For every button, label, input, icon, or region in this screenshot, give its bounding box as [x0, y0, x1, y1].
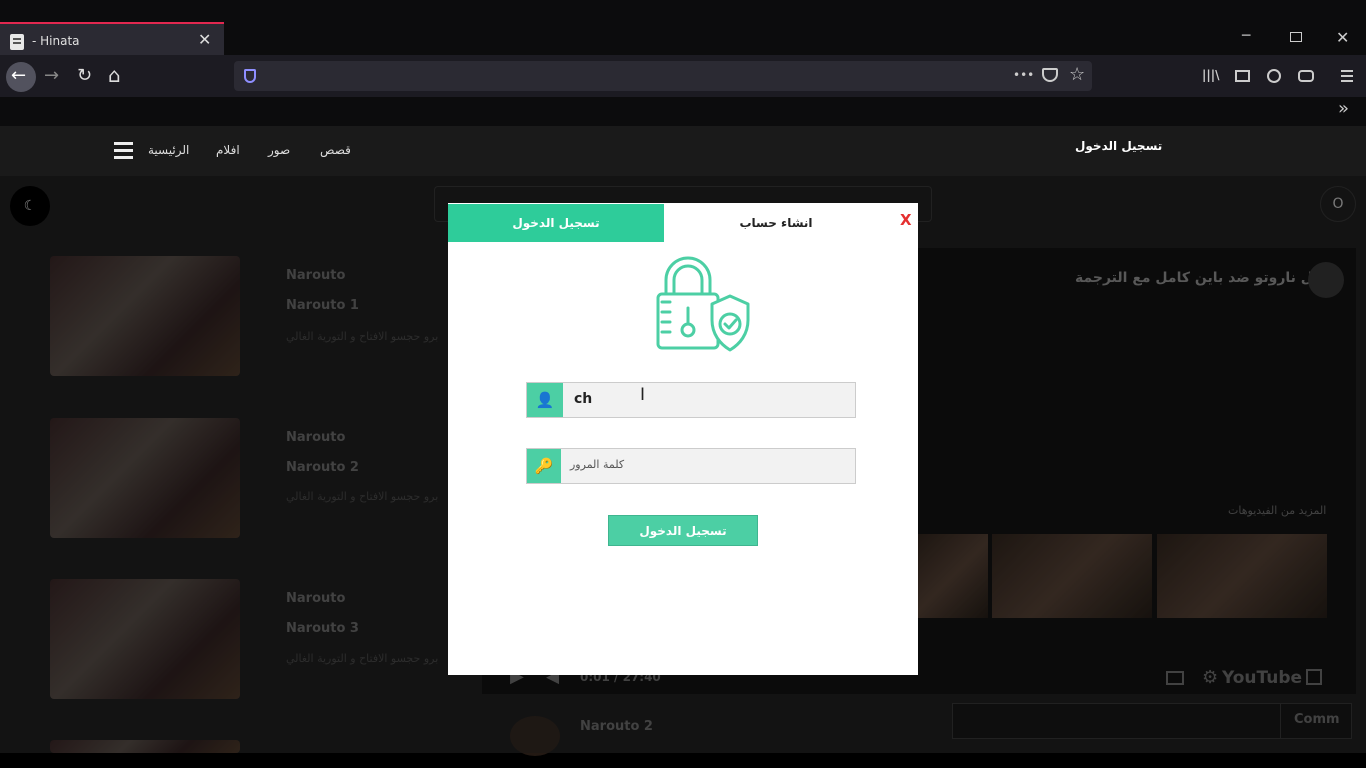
back-arrow-icon: ←: [11, 65, 27, 86]
tab-login[interactable]: تسجيل الدخول: [448, 204, 664, 242]
bookmark-star-icon[interactable]: ☆: [1069, 64, 1085, 85]
page-actions-icon[interactable]: •••: [1013, 68, 1034, 82]
password-placeholder: كلمة المرور: [570, 458, 625, 471]
hamburger-menu-icon[interactable]: [114, 142, 133, 159]
library-icon[interactable]: |||\: [1202, 68, 1220, 82]
restore-icon[interactable]: [1290, 32, 1302, 42]
home-icon[interactable]: ⌂: [108, 63, 121, 87]
close-tab-icon[interactable]: ✕: [198, 30, 211, 49]
login-link[interactable]: تسجيل الدخول: [1075, 139, 1162, 153]
menu-icon[interactable]: [1341, 70, 1353, 82]
minimize-icon[interactable]: ─: [1242, 28, 1250, 44]
lock-shield-icon: [656, 256, 750, 352]
page-icon: [10, 34, 24, 50]
nav-link-home[interactable]: الرئيسية: [148, 143, 189, 157]
reload-icon[interactable]: ↻: [77, 65, 92, 86]
text-cursor-icon: I: [640, 385, 646, 405]
nav-link-movies[interactable]: افلام: [216, 143, 240, 157]
sidebar-icon[interactable]: [1235, 70, 1250, 82]
tab-title: - Hinata: [32, 34, 80, 48]
account-icon[interactable]: [1267, 69, 1281, 83]
user-lock-icon: 👤: [527, 383, 563, 417]
extension-icon[interactable]: [1298, 70, 1314, 82]
tracking-protection-icon[interactable]: [244, 69, 256, 83]
tab-signup[interactable]: انشاء حساب: [664, 204, 888, 242]
browser-tab[interactable]: - Hinata ✕: [0, 22, 224, 56]
window-close-icon[interactable]: ✕: [1336, 28, 1349, 47]
nav-link-photos[interactable]: صور: [268, 143, 290, 157]
address-bar[interactable]: [234, 61, 1092, 91]
nav-link-stories[interactable]: قصص: [320, 143, 351, 157]
username-value: ch: [574, 391, 593, 407]
close-icon[interactable]: X: [900, 211, 912, 229]
chevron-right-icon[interactable]: »: [1338, 98, 1349, 119]
bookmarks-toolbar: [0, 97, 1366, 126]
login-submit-button[interactable]: تسجيل الدخول: [608, 515, 758, 546]
key-icon: 🔑: [527, 449, 561, 483]
forward-icon[interactable]: →: [44, 65, 59, 86]
